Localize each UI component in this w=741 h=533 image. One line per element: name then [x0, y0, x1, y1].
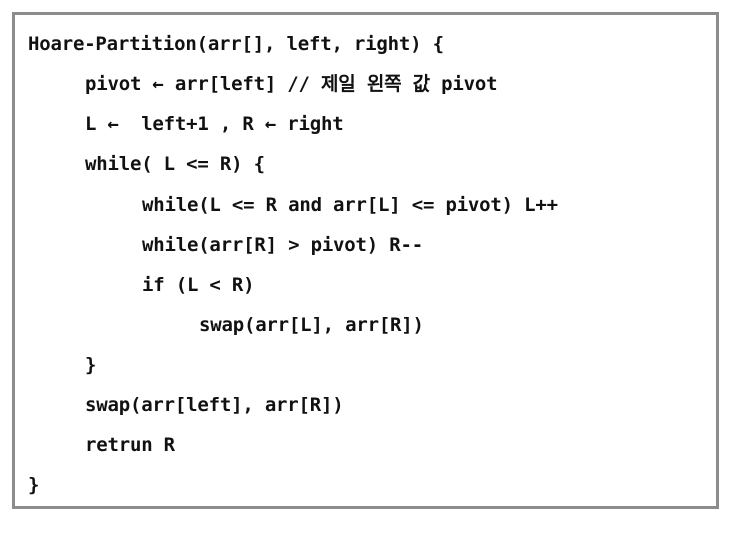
code-line-if-condition: if (L < R)	[142, 274, 255, 296]
code-line-final-swap: swap(arr[left], arr[R])	[85, 394, 344, 416]
code-line-inner-swap: swap(arr[L], arr[R])	[199, 314, 424, 336]
code-line-left-scan: while(L <= R and arr[L] <= pivot) L++	[142, 194, 558, 216]
code-line-pivot-assign: pivot ← arr[left] // 제일 왼쪽 값 pivot	[85, 73, 498, 95]
code-line-right-scan: while(arr[R] > pivot) R--	[142, 234, 423, 256]
code-line-lr-init: L ← left+1 , R ← right	[85, 113, 344, 135]
code-line-return: retrun R	[85, 434, 175, 456]
code-line-close-while: }	[85, 354, 97, 376]
code-line-outer-while: while( L <= R) {	[85, 153, 265, 175]
code-block: Hoare-Partition(arr[], left, right) { pi…	[12, 12, 719, 509]
code-line-function-signature: Hoare-Partition(arr[], left, right) {	[28, 33, 444, 55]
code-line-close-function: }	[28, 474, 40, 496]
